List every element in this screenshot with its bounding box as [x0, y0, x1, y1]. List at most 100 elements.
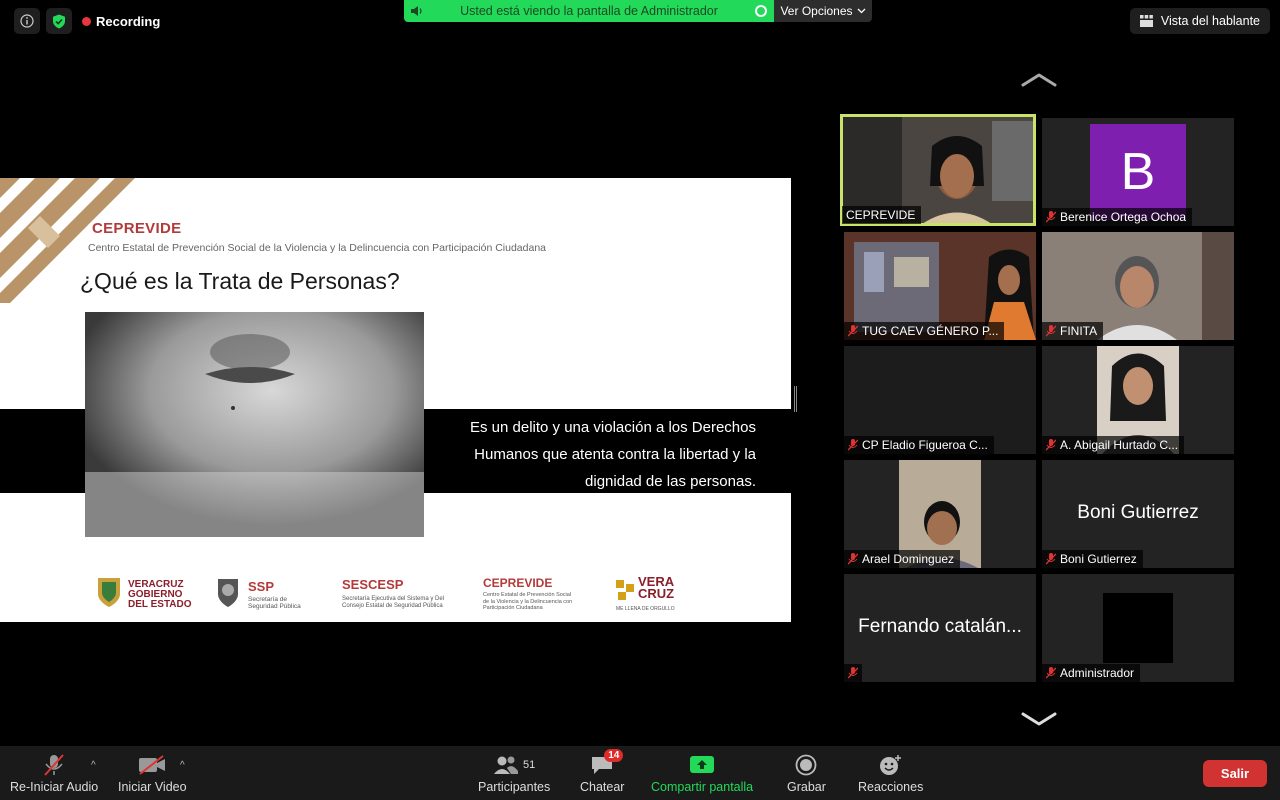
participant-name: CEPREVIDE — [846, 208, 916, 222]
grid-view-icon — [1139, 15, 1153, 27]
participants-icon — [494, 756, 518, 774]
participant-name: FINITA — [1060, 324, 1098, 338]
speaker-icon — [411, 6, 422, 16]
participant-display-name: Fernando catalán... — [858, 616, 1022, 637]
screen-share-banner: Usted está viendo la pantalla de Adminis… — [404, 0, 774, 22]
participant-tile-administrador[interactable]: Administrador — [1042, 574, 1234, 682]
participant-name: Arael Dominguez — [862, 552, 955, 566]
speaker-view-label: Vista del hablante — [1160, 14, 1260, 28]
participant-name-tag: CEPREVIDE — [842, 206, 922, 224]
chat-unread-badge: 14 — [604, 749, 624, 762]
record-icon — [796, 754, 817, 776]
participant-display-name: Boni Gutierrez — [1077, 502, 1199, 523]
mic-muted-icon — [1046, 439, 1056, 451]
speaker-view-button[interactable]: Vista del hablante — [1129, 8, 1270, 34]
audio-button[interactable]: Re-Iniciar Audio — [10, 754, 98, 794]
audio-button-label: Re-Iniciar Audio — [10, 780, 99, 794]
slide-org-fullname: Centro Estatal de Prevención Social de l… — [88, 242, 546, 254]
mic-muted-icon — [1046, 553, 1056, 565]
ceprevide-logo-title: CEPREVIDE — [483, 576, 553, 590]
ceprevide-logo-sub3: Participación Ciudadana — [483, 605, 543, 611]
participant-tile-berenice[interactable]: B Berenice Ortega Ochoa — [1042, 118, 1234, 226]
participants-count: 51 — [523, 759, 536, 771]
video-button[interactable]: Iniciar Video — [118, 754, 187, 794]
vera-logo-line2: CRUZ — [638, 586, 675, 601]
slide-title: ¿Qué es la Trata de Personas? — [80, 268, 400, 294]
participant-name: TUG CAEV GÉNERO P... — [862, 324, 999, 338]
camera-off-icon — [139, 755, 166, 775]
video-button-label: Iniciar Video — [118, 780, 187, 794]
participant-name-tag: FINITA — [1042, 322, 1104, 340]
child-face-photo — [85, 312, 424, 537]
info-icon — [20, 14, 34, 28]
ssp-logo-sub1: Secretaría de — [248, 596, 288, 603]
participants-button-label: Participantes — [478, 780, 551, 794]
audio-options-caret-icon[interactable]: ^ — [91, 760, 96, 771]
gallery-down-arrow-icon[interactable] — [1020, 711, 1058, 727]
participant-name-tag: CP Eladio Figueroa C... — [844, 436, 994, 454]
mic-muted-icon — [848, 553, 858, 565]
security-button[interactable] — [46, 8, 72, 34]
view-options-label: Ver Opciones — [780, 4, 853, 18]
share-screen-icon — [690, 756, 715, 773]
participant-name: Administrador — [1060, 666, 1135, 680]
gallery-up-arrow-icon[interactable] — [1020, 72, 1058, 88]
mic-muted-icon — [848, 325, 858, 337]
video-options-caret-icon[interactable]: ^ — [180, 760, 185, 771]
participant-name: Berenice Ortega Ochoa — [1060, 210, 1187, 224]
share-screen-button-label: Compartir pantalla — [651, 780, 754, 794]
meeting-toolbar: Re-Iniciar Audio ^ Iniciar Video ^ 51 Pa… — [0, 746, 1280, 800]
participant-name: CP Eladio Figueroa C... — [862, 438, 988, 452]
meeting-info-button[interactable] — [14, 8, 40, 34]
vera-logo-tagline: ME LLENA DE ORGULLO — [616, 606, 675, 612]
participant-avatar: B — [1090, 124, 1186, 220]
shared-slide: CEPREVIDE Centro Estatal de Prevención S… — [0, 178, 791, 622]
sescesp-logo-sub2: Consejo Estatal de Seguridad Pública — [342, 603, 443, 609]
slide-org-name: CEPREVIDE — [92, 220, 182, 237]
record-button[interactable]: Grabar — [787, 754, 826, 794]
participant-name-tag: Boni Gutierrez — [1042, 550, 1143, 568]
veracruz-pattern-icon — [616, 580, 634, 600]
share-screen-button[interactable]: Compartir pantalla — [651, 754, 753, 794]
participant-name: Boni Gutierrez — [1060, 552, 1137, 566]
recording-indicator[interactable]: Recording — [82, 14, 160, 29]
mic-muted-icon — [1046, 325, 1056, 337]
veracruz-shield-icon — [98, 578, 120, 607]
ssp-logo-title: SSP — [248, 579, 275, 594]
participant-name-tag: Arael Dominguez — [844, 550, 961, 568]
participant-tile-eladio[interactable]: CP Eladio Figueroa C... — [844, 346, 1036, 454]
participant-name-tag: A. Abigail Hurtado C... — [1042, 436, 1185, 454]
participant-name-tag: TUG CAEV GÉNERO P... — [844, 322, 1005, 340]
participant-name: A. Abigail Hurtado C... — [1060, 438, 1179, 452]
record-button-label: Grabar — [787, 780, 826, 794]
sescesp-logo-sub1: Secretaría Ejecutiva del Sistema y Del — [342, 596, 445, 602]
participants-button[interactable]: 51 Participantes — [478, 754, 550, 794]
mic-muted-icon — [848, 667, 858, 679]
participant-tile-fernando[interactable]: Fernando catalán... — [844, 574, 1036, 682]
emoji-add-icon — [879, 755, 901, 775]
shield-check-icon — [53, 14, 65, 28]
participant-tile-arael[interactable]: Arael Dominguez — [844, 460, 1036, 568]
mic-muted-icon — [848, 439, 858, 451]
participant-tile-ceprevide[interactable]: CEPREVIDE — [840, 114, 1036, 226]
meeting-status-bar: Recording — [14, 8, 160, 34]
participant-name-tag — [844, 664, 862, 682]
sescesp-logo-title: SESCESP — [342, 577, 404, 592]
chat-button[interactable]: 14 Chatear — [580, 749, 624, 794]
reactions-button[interactable]: Reacciones — [858, 754, 923, 794]
share-status-icon — [755, 5, 767, 17]
participant-tile-finita[interactable]: FINITA — [1042, 232, 1234, 340]
reactions-button-label: Reacciones — [858, 780, 924, 794]
sponsor-logos: VERACRUZ GOBIERNO DEL ESTADO SSP Secreta… — [0, 575, 791, 616]
share-banner-text: Usted está viendo la pantalla de Adminis… — [460, 4, 718, 18]
slide-answer-text: Es un delito y una violación a los Derec… — [470, 419, 756, 490]
leave-meeting-button[interactable]: Salir — [1203, 760, 1267, 787]
ssp-shield-icon — [218, 579, 238, 607]
participant-name-tag: Administrador — [1042, 664, 1141, 682]
participant-tile-abigail[interactable]: A. Abigail Hurtado C... — [1042, 346, 1234, 454]
participant-tile-tug-caev[interactable]: TUG CAEV GÉNERO P... — [844, 232, 1036, 340]
split-resize-handle[interactable] — [794, 386, 797, 412]
mic-muted-icon — [1046, 667, 1056, 679]
participant-tile-boni[interactable]: Boni Gutierrez Boni Gutierrez — [1042, 460, 1234, 568]
view-options-button[interactable]: Ver Opciones — [774, 0, 872, 22]
